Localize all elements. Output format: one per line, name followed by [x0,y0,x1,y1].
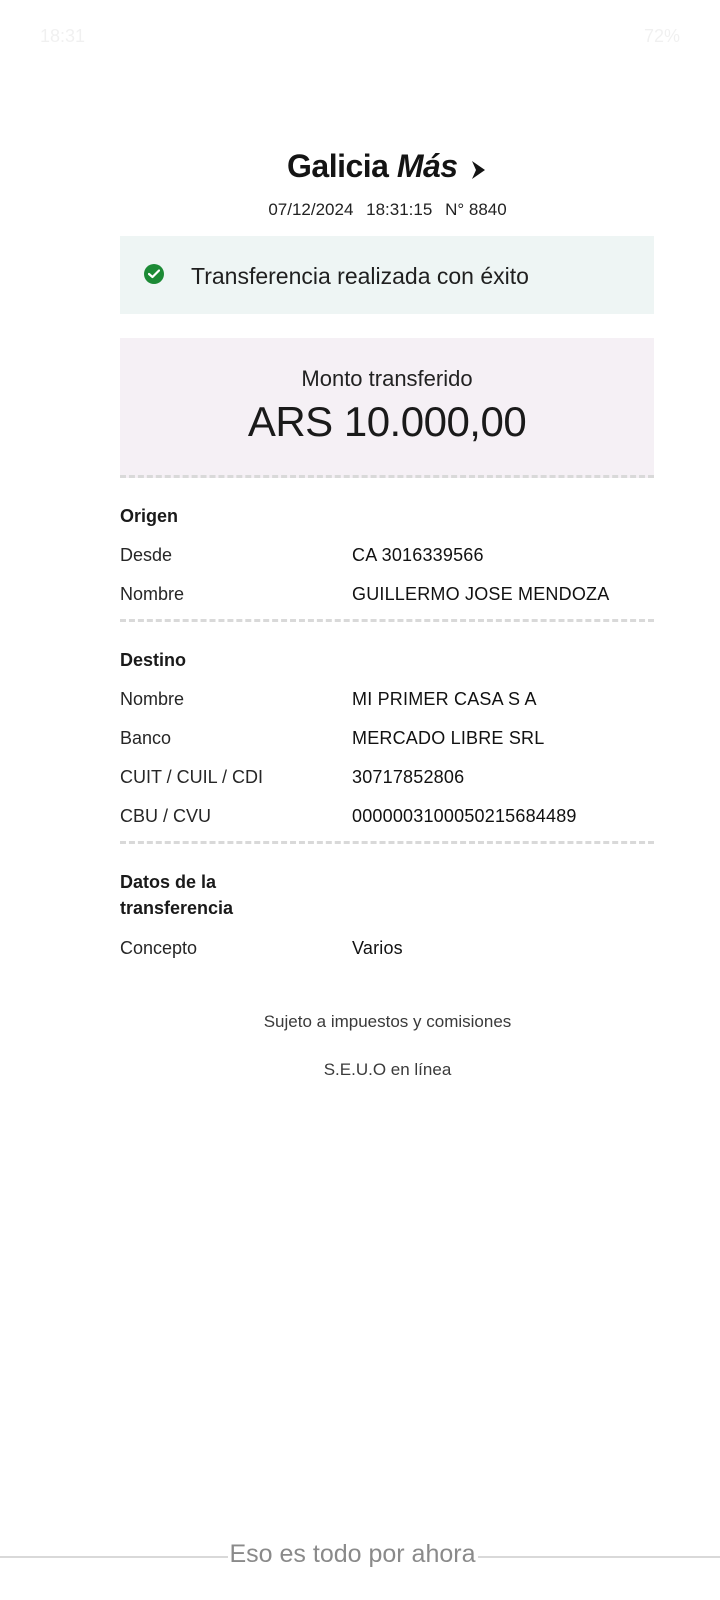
destination-cuit-value: 30717852806 [352,767,465,787]
origin-title: Origen [120,506,179,526]
brand-name: Galicia Más [287,148,466,184]
destination-cbu-value: 0000003100050215684489 [352,806,577,826]
transfer-data-title-line2: transferencia [120,898,234,918]
brand-name-main: Galicia [287,148,389,184]
check-circle-icon [144,264,164,284]
receipt-meta: 07/12/2024 18:31:15 N° 8840 [0,200,720,220]
status-time: 18:31 [40,26,86,46]
destination-name-label: Nombre [120,689,185,709]
concept-label: Concepto [120,938,198,958]
seuo-note: S.E.U.O en línea [323,1060,452,1079]
divider [120,841,654,844]
destination-cbu-label: CBU / CVU [120,806,212,826]
taxes-note: Sujeto a impuestos y comisiones [263,1012,512,1031]
brand-logo: Galicia Más [0,148,720,186]
success-banner: Transferencia realizada con éxito [120,236,654,314]
receipt-time: 18:31:15 [366,200,433,219]
status-bar: 18:31 72% [40,22,680,54]
origin-from-label: Desde [120,545,173,565]
receipt-date: 07/12/2024 [268,200,354,219]
destination-title: Destino [120,650,187,670]
origin-from-value: CA 3016339566 [352,545,484,565]
transfer-data-title: Datos de la transferencia [120,869,233,921]
amount-label: Monto transferido [301,366,473,391]
origin-name-value: GUILLERMO JOSE MENDOZA [352,584,610,604]
status-battery: 72% [643,26,680,46]
brand-chevron-icon [470,159,488,186]
receipt-number: N° 8840 [445,200,507,219]
destination-bank-label: Banco [120,728,172,748]
end-of-content-text: Eso es todo por ahora [227,1540,478,1568]
divider [120,619,654,622]
end-of-content-hint: Eso es todo por ahora [0,1540,720,1600]
destination-name-value: MI PRIMER CASA S A [352,689,537,709]
amount-card: Monto transferido ARS 10.000,00 [120,338,654,478]
success-message: Transferencia realizada con éxito [191,263,529,289]
destination-bank-value: MERCADO LIBRE SRL [352,728,545,748]
amount-value: ARS 10.000,00 [247,398,527,445]
transfer-data-title-line1: Datos de la [120,872,217,892]
concept-value: Varios [352,938,403,958]
origin-name-label: Nombre [120,584,185,604]
destination-cuit-label: CUIT / CUIL / CDI [120,767,264,787]
brand-name-accent: Más [396,148,458,184]
